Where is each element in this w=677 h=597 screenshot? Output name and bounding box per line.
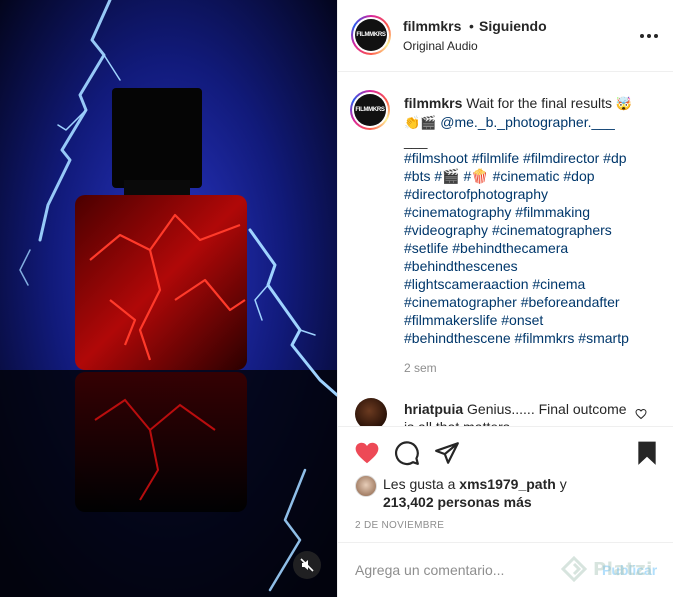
caption-timestamp[interactable]: 2 sem [404, 361, 437, 375]
likes-count-link[interactable]: 213,402 personas más [383, 494, 532, 510]
paper-plane-icon[interactable] [434, 440, 460, 466]
muted-speaker-icon [300, 558, 314, 572]
post-header: FILMMKRS filmmkrs • Siguiendo Original A… [338, 0, 673, 72]
hashtag-line[interactable]: #filmmakerslife #onset [404, 311, 654, 329]
hashtag-line[interactable]: #cinematographer #beforeandafter [404, 293, 654, 311]
liker-username-link[interactable]: xms1979_path [459, 476, 556, 492]
liker-avatar[interactable] [355, 475, 377, 497]
add-comment-form: Publicar [338, 542, 673, 597]
publish-button[interactable]: Publicar [602, 562, 657, 578]
caption-username-link[interactable]: filmmkrs [404, 95, 462, 111]
likes-conjunction: y [559, 476, 567, 492]
hashtag-line[interactable]: #cinematography #filmmaking [404, 203, 654, 221]
exploding-head-emoji: 🤯 [615, 96, 633, 111]
bookmark-icon[interactable] [634, 440, 660, 466]
comment: hriatpuia Genius...... Final outcome is … [404, 400, 634, 426]
post-detail-panel: FILMMKRS filmmkrs • Siguiendo Original A… [337, 0, 677, 597]
separator-dot: • [469, 18, 474, 34]
commenter-username-link[interactable]: hriatpuia [404, 401, 463, 417]
caption-author-avatar[interactable]: FILMMKRS [350, 90, 390, 130]
hashtag-line[interactable]: #behindthescenes [404, 257, 654, 275]
more-dots-icon [640, 34, 644, 38]
caption: filmmkrs Wait for the final results 🤯 👏🎬… [404, 94, 654, 150]
hashtag-line[interactable]: #behindthescene #filmmkrs #smartp [404, 329, 654, 347]
hashtag-line[interactable]: #filmshoot #filmlife #filmdirector #dp [404, 149, 654, 167]
mention-underscore-tail: ___ [404, 133, 428, 149]
hashtag-line[interactable]: #bts #🎬 #🍿 #cinematic #dop [404, 167, 654, 185]
comment-bubble-icon[interactable] [394, 440, 420, 466]
hashtag-list: #filmshoot #filmlife #filmdirector #dp #b… [404, 149, 654, 347]
hashtag-line[interactable]: #setlife #behindthecamera [404, 239, 654, 257]
hashtag-line[interactable]: #lightscameraaction #cinema [404, 275, 654, 293]
likes-summary: Les gusta a xms1979_path y 213,402 perso… [383, 475, 643, 511]
heart-icon[interactable] [354, 440, 380, 466]
author-username-link[interactable]: filmmkrs [403, 18, 461, 34]
perfume-video-frame [0, 0, 337, 597]
clap-clapper-emoji: 👏🎬 [404, 115, 437, 130]
mention-link[interactable]: @me._b._photographer.___ [440, 114, 615, 130]
avatar-logo: FILMMKRS [355, 19, 387, 51]
author-avatar[interactable]: FILMMKRS [351, 15, 391, 55]
comment-input[interactable] [355, 560, 565, 580]
following-button[interactable]: Siguiendo [479, 18, 547, 34]
comments-list[interactable]: FILMMKRS filmmkrs Wait for the final res… [338, 73, 673, 426]
post-date[interactable]: 2 DE NOVIEMBRE [355, 520, 444, 531]
hashtag-line[interactable]: #videography #cinematographers [404, 221, 654, 239]
audio-link[interactable]: Original Audio [403, 39, 478, 53]
caption-text: Wait for the final results [466, 95, 613, 111]
comment-heart-icon[interactable] [635, 408, 647, 420]
hashtag-line[interactable]: #directorofphotography [404, 185, 654, 203]
post-actions: Les gusta a xms1979_path y 213,402 perso… [338, 426, 673, 542]
commenter-avatar[interactable] [355, 398, 387, 426]
post-video[interactable] [0, 0, 337, 597]
more-options-button[interactable] [638, 26, 660, 46]
avatar-logo: FILMMKRS [354, 94, 386, 126]
likes-prefix: Les gusta a [383, 476, 456, 492]
mute-toggle-button[interactable] [293, 551, 321, 579]
